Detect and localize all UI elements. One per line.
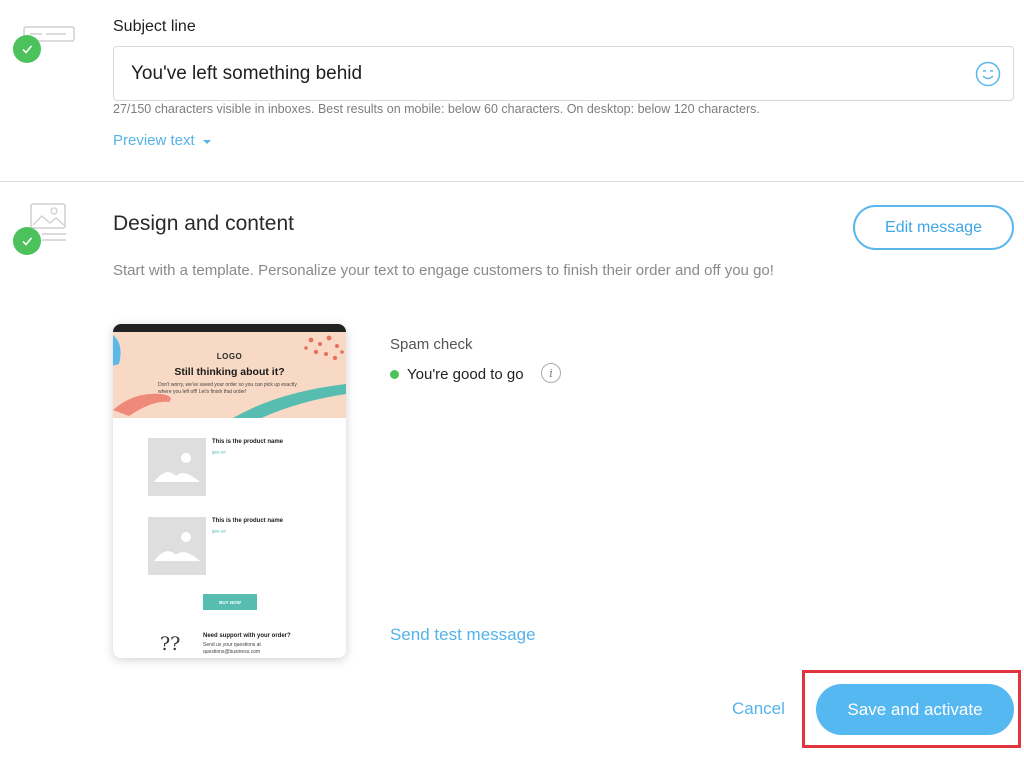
- product-price: $##.##: [212, 450, 226, 455]
- preview-hero-banner: LOGO Still thinking about it? Don't worr…: [113, 332, 346, 418]
- question-marks-icon: ??: [160, 633, 181, 655]
- spam-check-status: You're good to go: [390, 366, 524, 383]
- image-placeholder-icon: [154, 453, 200, 482]
- send-test-message-link[interactable]: Send test message: [390, 625, 536, 645]
- preview-headline: Still thinking about it?: [174, 366, 285, 378]
- product-image-placeholder: [148, 517, 206, 575]
- subject-line-label: Subject line: [113, 18, 196, 35]
- save-and-activate-button[interactable]: Save and activate: [816, 684, 1014, 735]
- section-divider: [0, 181, 1024, 182]
- preview-buy-now-button: BUY NOW: [203, 594, 257, 610]
- edit-message-button[interactable]: Edit message: [853, 205, 1014, 250]
- character-count-hint: 27/150 characters visible in inboxes. Be…: [113, 102, 760, 116]
- design-content-title: Design and content: [113, 212, 294, 235]
- subject-complete-check-icon: [13, 35, 41, 63]
- preview-support-title: Need support with your order?: [203, 633, 291, 639]
- status-dot-icon: [390, 370, 399, 379]
- spam-check-label: Spam check: [390, 336, 473, 353]
- preview-text-label: Preview text: [113, 132, 195, 149]
- preview-body-text: Don't worry, we've saved your order so y…: [158, 382, 297, 395]
- email-preview-thumbnail[interactable]: LOGO Still thinking about it? Don't worr…: [113, 324, 346, 658]
- design-content-description: Start with a template. Personalize your …: [113, 262, 774, 279]
- preview-logo: LOGO: [216, 352, 243, 361]
- smiley-icon: [975, 61, 1001, 87]
- product-price: $##.##: [212, 529, 226, 534]
- product-name: This is the product name: [212, 439, 284, 445]
- info-icon[interactable]: i: [541, 363, 561, 383]
- spam-check-status-text: You're good to go: [407, 366, 524, 383]
- design-complete-check-icon: [13, 227, 41, 255]
- subject-line-input[interactable]: [131, 47, 961, 100]
- cancel-button[interactable]: Cancel: [732, 699, 785, 719]
- preview-text-toggle[interactable]: Preview text: [113, 132, 211, 149]
- emoji-picker-button[interactable]: [975, 61, 1001, 87]
- image-placeholder-icon: [154, 532, 200, 561]
- product-image-placeholder: [148, 438, 206, 496]
- preview-support-body: Send us your questions at questions@busi…: [203, 642, 261, 655]
- caret-down-icon: [202, 139, 211, 144]
- preview-top-bar: [113, 324, 346, 332]
- product-name: This is the product name: [212, 518, 284, 524]
- subject-line-field[interactable]: [113, 46, 1014, 101]
